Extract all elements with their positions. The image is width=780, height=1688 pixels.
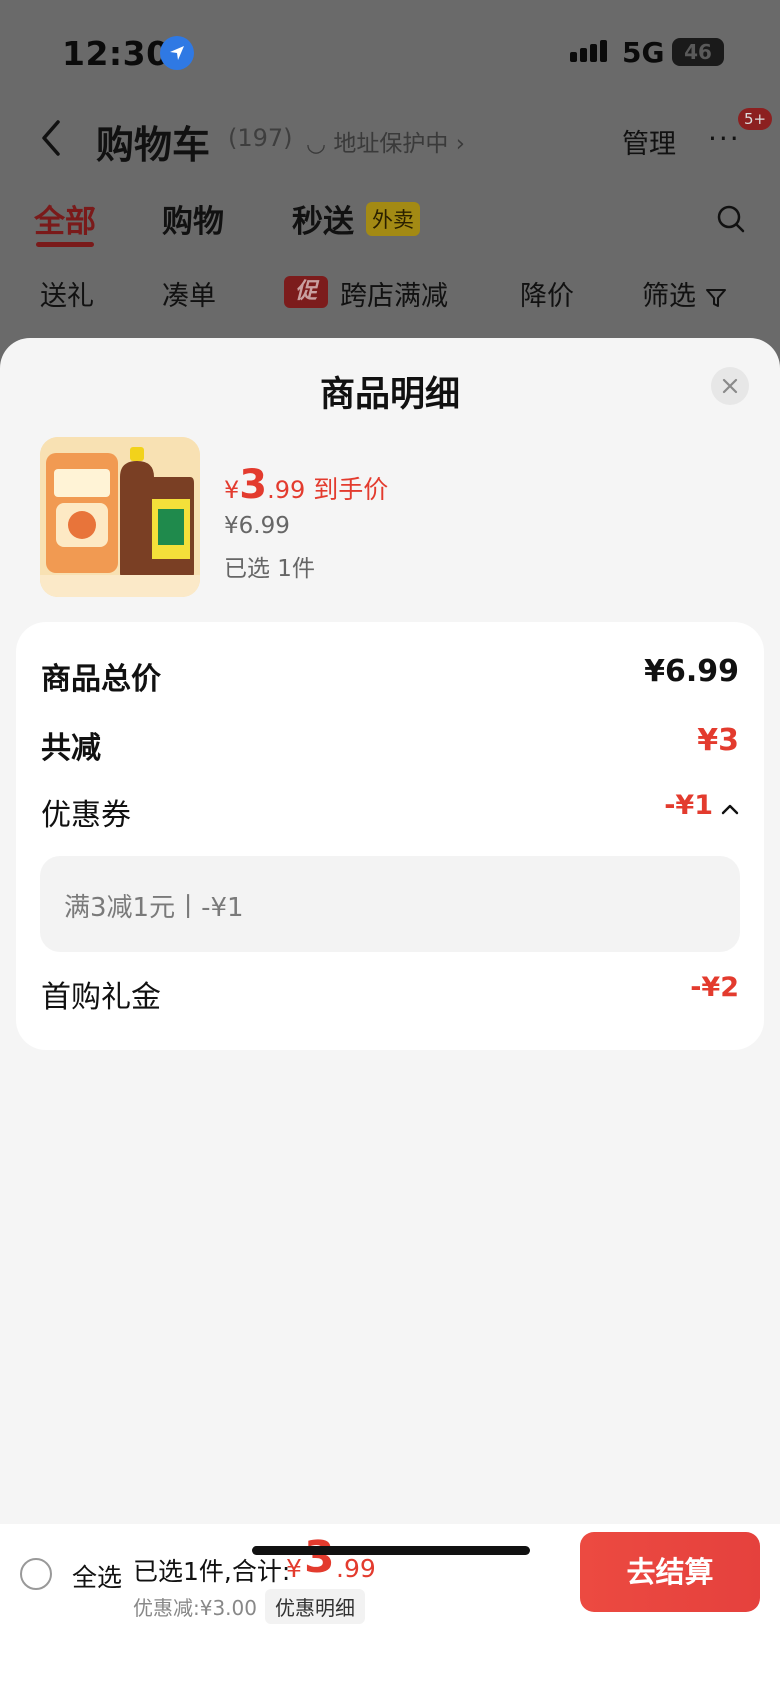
signal-strength-icon	[570, 40, 607, 62]
tab-all[interactable]: 全部	[34, 196, 96, 241]
total-label: 已选1件,合计:	[133, 1557, 291, 1586]
final-price-decimal: .99	[267, 476, 306, 504]
filter-gift[interactable]: 送礼	[40, 274, 94, 313]
product-detail-sheet: 商品明细 ¥3.99 到手价 ¥6.99 已选 1件 商品总价 ¥6.99 共减 …	[0, 338, 780, 1688]
select-all-label[interactable]: 全选	[72, 1558, 122, 1594]
original-price: ¥6.99	[224, 513, 290, 539]
coupon-detail-text: 满3减1元丨-¥1	[64, 893, 244, 923]
total-saved-label: 共减	[41, 731, 101, 766]
filter-cross-store-discount[interactable]: 跨店满减	[340, 274, 448, 313]
home-indicator	[252, 1546, 530, 1555]
shield-icon: ◡	[306, 131, 334, 157]
final-price: ¥3.99 到手价	[224, 462, 388, 508]
promo-badge: 促	[284, 276, 328, 308]
total-integer: 3	[304, 1532, 335, 1583]
notification-badge: 5+	[738, 108, 773, 130]
first-purchase-gift-label: 首购礼金	[41, 980, 161, 1015]
tab-shopping[interactable]: 购物	[162, 196, 224, 241]
discount-summary: 优惠减:¥3.00	[133, 1596, 257, 1620]
selected-quantity: 已选 1件	[224, 556, 315, 582]
search-icon[interactable]	[716, 204, 746, 238]
discount-detail-button[interactable]: 优惠明细	[265, 1589, 365, 1624]
back-chevron-icon[interactable]	[40, 118, 62, 162]
filter-bundle[interactable]: 凑单	[162, 274, 216, 313]
price-breakdown-card: 商品总价 ¥6.99 共减 ¥3 优惠券 -¥1 满3减1元丨-¥1 首购礼金 …	[16, 622, 764, 1050]
final-price-yen: ¥	[224, 476, 240, 504]
first-purchase-gift-value: -¥2	[690, 972, 739, 1003]
page-title: 购物车	[96, 123, 211, 167]
status-bar: 12:30 5G 46	[0, 34, 780, 74]
filter-screen-label: 筛选	[642, 281, 696, 312]
coupon-toggle[interactable]: -¥1	[664, 790, 739, 822]
sheet-title: 商品明细	[319, 375, 460, 415]
coupon-detail: 满3减1元丨-¥1	[40, 856, 740, 952]
chevron-up-icon	[721, 791, 739, 822]
network-type: 5G	[622, 36, 665, 69]
coupon-value: -¥1	[664, 790, 713, 821]
total-decimal: .99	[336, 1554, 376, 1583]
manage-button[interactable]: 管理	[622, 122, 676, 161]
more-icon[interactable]: ···	[708, 122, 741, 155]
cart-count: (197)	[228, 124, 293, 152]
select-all-checkbox[interactable]	[20, 1558, 52, 1590]
address-protection-label: 地址保护中	[333, 131, 449, 157]
chevron-right-icon: ›	[448, 131, 465, 157]
filter-price-drop[interactable]: 降价	[520, 274, 574, 313]
close-icon[interactable]	[711, 367, 749, 405]
location-arrow-icon	[160, 36, 194, 70]
battery-icon: 46	[672, 38, 724, 66]
final-price-integer: 3	[239, 462, 268, 508]
final-price-label: 到手价	[313, 475, 389, 504]
total-price-label: 商品总价	[41, 662, 161, 697]
cart-tabs: 全部 购物 秒送 外卖	[0, 196, 780, 252]
tab-instant-delivery[interactable]: 秒送	[292, 196, 354, 241]
coupon-label: 优惠券	[41, 798, 131, 833]
cart-header: 购物车 (197) ◡ 地址保护中 › 管理 ··· 5+	[0, 108, 780, 172]
filter-row: 送礼 凑单 促 跨店满减 降价 筛选	[0, 274, 780, 318]
total-saved-value: ¥3	[697, 723, 739, 758]
funnel-icon	[705, 281, 727, 312]
product-image	[40, 437, 200, 597]
checkout-button[interactable]: 去结算	[580, 1532, 760, 1612]
takeout-tag: 外卖	[366, 202, 420, 236]
total-yen: ¥	[286, 1554, 302, 1583]
active-tab-indicator	[36, 242, 94, 247]
status-time: 12:30	[62, 34, 170, 73]
address-protection-link[interactable]: ◡ 地址保护中 ›	[306, 124, 465, 158]
total-price-value: ¥6.99	[644, 654, 739, 689]
filter-screen[interactable]: 筛选	[642, 274, 727, 313]
